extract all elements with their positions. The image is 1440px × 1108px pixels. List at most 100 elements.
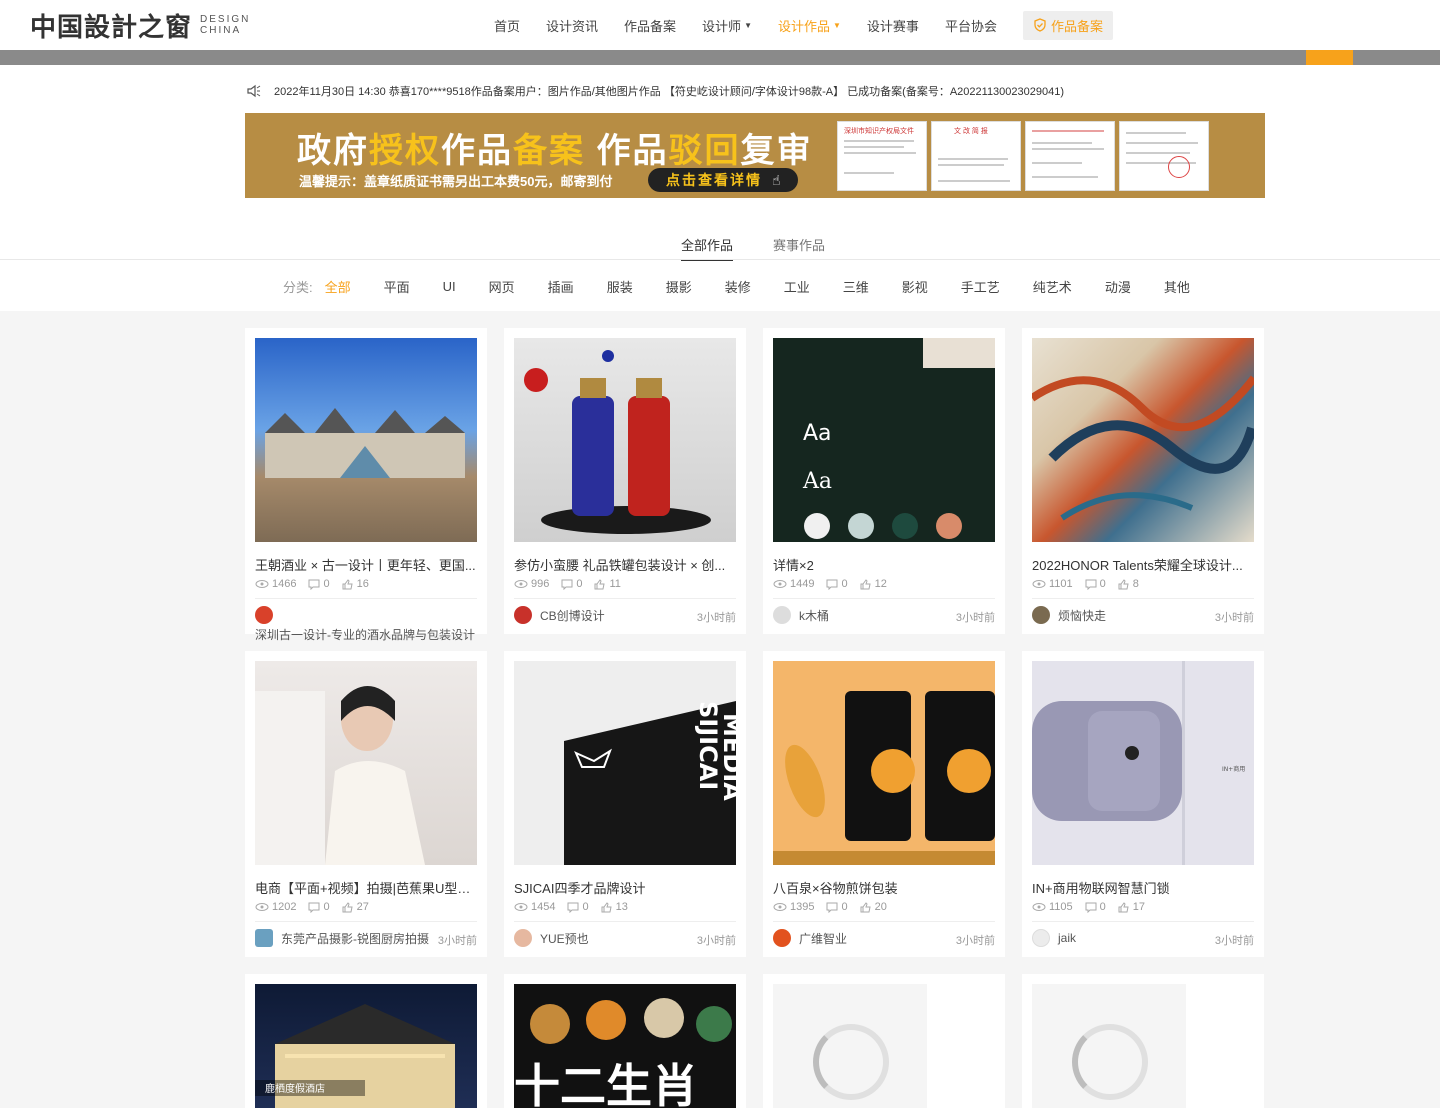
work-thumbnail[interactable]	[1032, 338, 1254, 542]
site-logo[interactable]: 中国設計之窗 DESIGN CHINA	[30, 10, 250, 43]
work-author[interactable]: YUE预也	[514, 929, 589, 947]
comments-count: 0	[841, 578, 848, 590]
category-decoration[interactable]: 装修	[725, 277, 751, 296]
category-graphic[interactable]: 平面	[384, 277, 410, 296]
work-card[interactable]: Aa Aa 详情×2 1449 0 12 k木桶 3小时前	[763, 328, 1005, 634]
eye-icon	[514, 903, 528, 911]
category-industrial[interactable]: 工业	[784, 277, 810, 296]
work-thumbnail[interactable]: SIJICAI MEDIA	[514, 661, 736, 865]
comments-count: 0	[576, 578, 583, 590]
gray-divider-bar	[0, 50, 1440, 65]
work-title[interactable]: 2022HONOR Talents荣耀全球设计...	[1032, 555, 1254, 574]
svg-text:MEDIA: MEDIA	[718, 713, 736, 801]
author-name[interactable]: 广维智业	[799, 930, 847, 947]
work-title[interactable]: IN+商用物联网智慧门锁	[1032, 878, 1254, 897]
banner-button-label: 点击查看详情	[666, 172, 762, 188]
author-name[interactable]: k木桶	[799, 607, 829, 624]
announcement-text[interactable]: 2022年11月30日 14:30 恭喜170****9518作品备案用户：图片…	[274, 83, 1064, 99]
card-divider	[1032, 921, 1254, 922]
avatar[interactable]	[255, 929, 273, 947]
author-name[interactable]: CB创博设计	[540, 607, 605, 624]
work-thumbnail[interactable]	[255, 661, 477, 865]
snack-package-image	[773, 691, 995, 865]
work-thumbnail[interactable]: IN+商用	[1032, 661, 1254, 865]
tab-all-works[interactable]: 全部作品	[681, 235, 734, 261]
nav-home[interactable]: 首页	[494, 16, 520, 35]
nav-designers[interactable]: 设计师 ▼	[702, 16, 752, 35]
work-thumbnail[interactable]	[773, 661, 995, 865]
views-count: 1101	[1049, 578, 1073, 590]
work-author[interactable]: 烦恼快走	[1032, 606, 1106, 624]
work-author[interactable]: 深圳古一设计-专业的酒水品牌与包装设计	[255, 606, 475, 643]
category-handicraft[interactable]: 手工艺	[961, 277, 1000, 296]
category-3d[interactable]: 三维	[843, 277, 869, 296]
nav-associations[interactable]: 平台协会	[945, 16, 997, 35]
work-card[interactable]: SIJICAI MEDIA SJICAI四季才品牌设计 1454 0 13 YUE…	[504, 651, 746, 957]
work-title[interactable]: SJICAI四季才品牌设计	[514, 878, 736, 897]
category-fashion[interactable]: 服装	[607, 277, 633, 296]
work-card[interactable]: IN+商用 IN+商用物联网智慧门锁 1105 0 17 jaik 3小时前	[1022, 651, 1264, 957]
work-card[interactable]	[1022, 974, 1264, 1108]
category-film[interactable]: 影视	[902, 277, 928, 296]
nav-works[interactable]: 设计作品 ▼	[778, 16, 841, 35]
nav-filing-badge[interactable]: 作品备案	[1022, 10, 1113, 40]
work-card[interactable]: 十二生肖	[504, 974, 746, 1108]
category-all[interactable]: 全部	[325, 277, 351, 296]
thumbs-up-icon	[860, 901, 871, 912]
work-card[interactable]: 电商【平面+视频】拍摄|芭蕉果U型枕... 1202 0 27 东莞产品摄影-锐…	[245, 651, 487, 957]
work-thumbnail[interactable]: 鹿栖度假酒店	[255, 984, 477, 1108]
work-author[interactable]: jaik	[1032, 929, 1076, 947]
work-card[interactable]: 2022HONOR Talents荣耀全球设计... 1101 0 8 烦恼快走…	[1022, 328, 1264, 634]
author-name[interactable]: 深圳古一设计-专业的酒水品牌与包装设计	[255, 626, 475, 643]
category-web[interactable]: 网页	[489, 277, 515, 296]
avatar[interactable]	[1032, 606, 1050, 624]
work-title[interactable]: 电商【平面+视频】拍摄|芭蕉果U型枕...	[255, 878, 477, 897]
avatar[interactable]	[1032, 929, 1050, 947]
author-name[interactable]: 东莞产品摄影-锐图厨房拍摄	[281, 930, 429, 947]
work-title[interactable]: 王朝酒业 × 古一设计丨更年轻、更国...	[255, 555, 477, 574]
author-name[interactable]: 烦恼快走	[1058, 607, 1106, 624]
work-author[interactable]: 东莞产品摄影-锐图厨房拍摄	[255, 929, 429, 947]
category-other[interactable]: 其他	[1164, 277, 1190, 296]
comments-count: 0	[841, 901, 848, 913]
work-card[interactable]	[763, 974, 1005, 1108]
avatar[interactable]	[255, 606, 273, 624]
category-illustration[interactable]: 插画	[548, 277, 574, 296]
work-card[interactable]: 八百泉×谷物煎饼包装 1395 0 20 广维智业 3小时前	[763, 651, 1005, 957]
promo-banner[interactable]: 政府授权作品备案 作品驳回复审 温馨提示：盖章纸质证书需另出工本费50元，邮寄到…	[245, 113, 1265, 198]
work-thumbnail[interactable]: Aa Aa	[773, 338, 995, 542]
avatar[interactable]	[514, 606, 532, 624]
work-author[interactable]: k木桶	[773, 606, 829, 624]
work-author[interactable]: 广维智业	[773, 929, 847, 947]
work-card[interactable]: 王朝酒业 × 古一设计丨更年轻、更国... 1466 0 16 深圳古一设计-专…	[245, 328, 487, 642]
work-thumbnail[interactable]	[255, 338, 477, 542]
work-thumbnail[interactable]: 十二生肖	[514, 984, 736, 1108]
upper-section: 2022年11月30日 14:30 恭喜170****9518作品备案用户：图片…	[0, 65, 1440, 311]
work-card[interactable]: 鹿栖度假酒店	[245, 974, 487, 1108]
banner-details-button[interactable]: 点击查看详情 ☝	[648, 168, 798, 192]
tab-competition-works[interactable]: 赛事作品	[773, 235, 825, 254]
tin-can-image	[524, 350, 711, 534]
nav-news[interactable]: 设计资讯	[546, 16, 598, 35]
work-title[interactable]: 八百泉×谷物煎饼包装	[773, 878, 995, 897]
work-thumbnail[interactable]	[514, 338, 736, 542]
post-time: 3小时前	[437, 935, 477, 947]
author-name[interactable]: jaik	[1058, 931, 1076, 945]
author-name[interactable]: YUE预也	[540, 930, 589, 947]
avatar[interactable]	[773, 929, 791, 947]
category-animation[interactable]: 动漫	[1105, 277, 1131, 296]
category-fine-art[interactable]: 纯艺术	[1033, 277, 1072, 296]
banner-title: 政府授权作品备案 作品驳回复审	[297, 123, 812, 172]
nav-competitions[interactable]: 设计赛事	[867, 16, 919, 35]
avatar[interactable]	[514, 929, 532, 947]
avatar[interactable]	[773, 606, 791, 624]
signage-image: SIJICAIMEDIA	[564, 701, 736, 865]
nav-filing[interactable]: 作品备案	[624, 16, 676, 35]
work-title[interactable]: 详情×2	[773, 555, 995, 574]
category-ui[interactable]: UI	[443, 279, 456, 294]
work-card[interactable]: 参仿小蛮腰 礼品铁罐包装设计 × 创... 996 0 11 CB创博设计 3小…	[504, 328, 746, 634]
document-thumbnail	[1025, 121, 1115, 191]
category-photography[interactable]: 摄影	[666, 277, 692, 296]
work-title[interactable]: 参仿小蛮腰 礼品铁罐包装设计 × 创...	[514, 555, 736, 574]
work-author[interactable]: CB创博设计	[514, 606, 605, 624]
